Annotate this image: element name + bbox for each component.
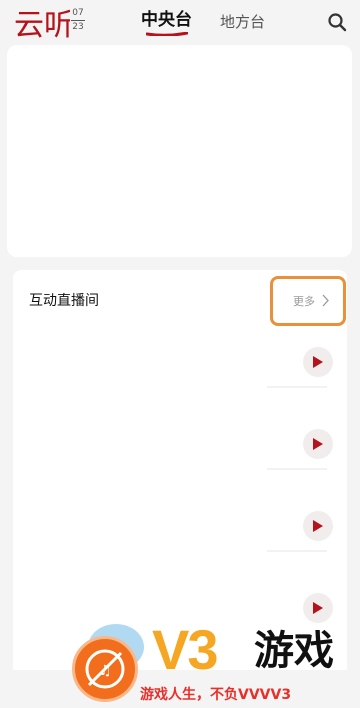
chevron-right-icon: [322, 294, 329, 307]
play-icon: [313, 356, 323, 368]
tab-central[interactable]: 中央台: [141, 10, 192, 32]
interactive-live-section: 互动直播间 更多: [13, 270, 347, 670]
list-item[interactable]: [13, 486, 347, 568]
section-title: 互动直播间: [29, 293, 99, 309]
more-button[interactable]: 更多: [270, 276, 346, 326]
top-bar: 云听 07 23 中央台 地方台: [0, 0, 360, 44]
row-subtitle-placeholder: [267, 468, 327, 470]
search-icon[interactable]: [327, 12, 347, 32]
date-badge: 07 23: [71, 8, 85, 33]
watermark-overlay: ♫ V3 游戏 游戏人生，不负VVVV3: [60, 618, 360, 708]
list-item[interactable]: [13, 322, 347, 404]
play-icon: [313, 602, 323, 614]
watermark-slogan: 游戏人生，不负VVVV3: [140, 687, 292, 703]
active-tab-indicator: [146, 32, 188, 36]
tab-local[interactable]: 地方台: [220, 12, 265, 34]
more-label: 更多: [293, 295, 315, 308]
svg-text:云听: 云听: [14, 8, 70, 41]
row-subtitle-placeholder: [267, 550, 327, 552]
play-button[interactable]: [303, 347, 333, 377]
play-button[interactable]: [303, 429, 333, 459]
play-icon: [313, 438, 323, 450]
row-subtitle-placeholder: [267, 386, 327, 388]
play-button[interactable]: [303, 511, 333, 541]
play-icon: [313, 520, 323, 532]
svg-text:♫: ♫: [99, 663, 112, 679]
banner-carousel[interactable]: [7, 45, 352, 257]
date-month: 07: [72, 8, 84, 18]
list-item[interactable]: [13, 404, 347, 486]
watermark-logo-icon: ♫: [72, 636, 138, 702]
watermark-brand: V3: [152, 618, 218, 681]
date-day: 23: [72, 22, 84, 32]
app-logo[interactable]: 云听: [14, 5, 70, 41]
watermark-name: 游戏: [254, 628, 334, 674]
